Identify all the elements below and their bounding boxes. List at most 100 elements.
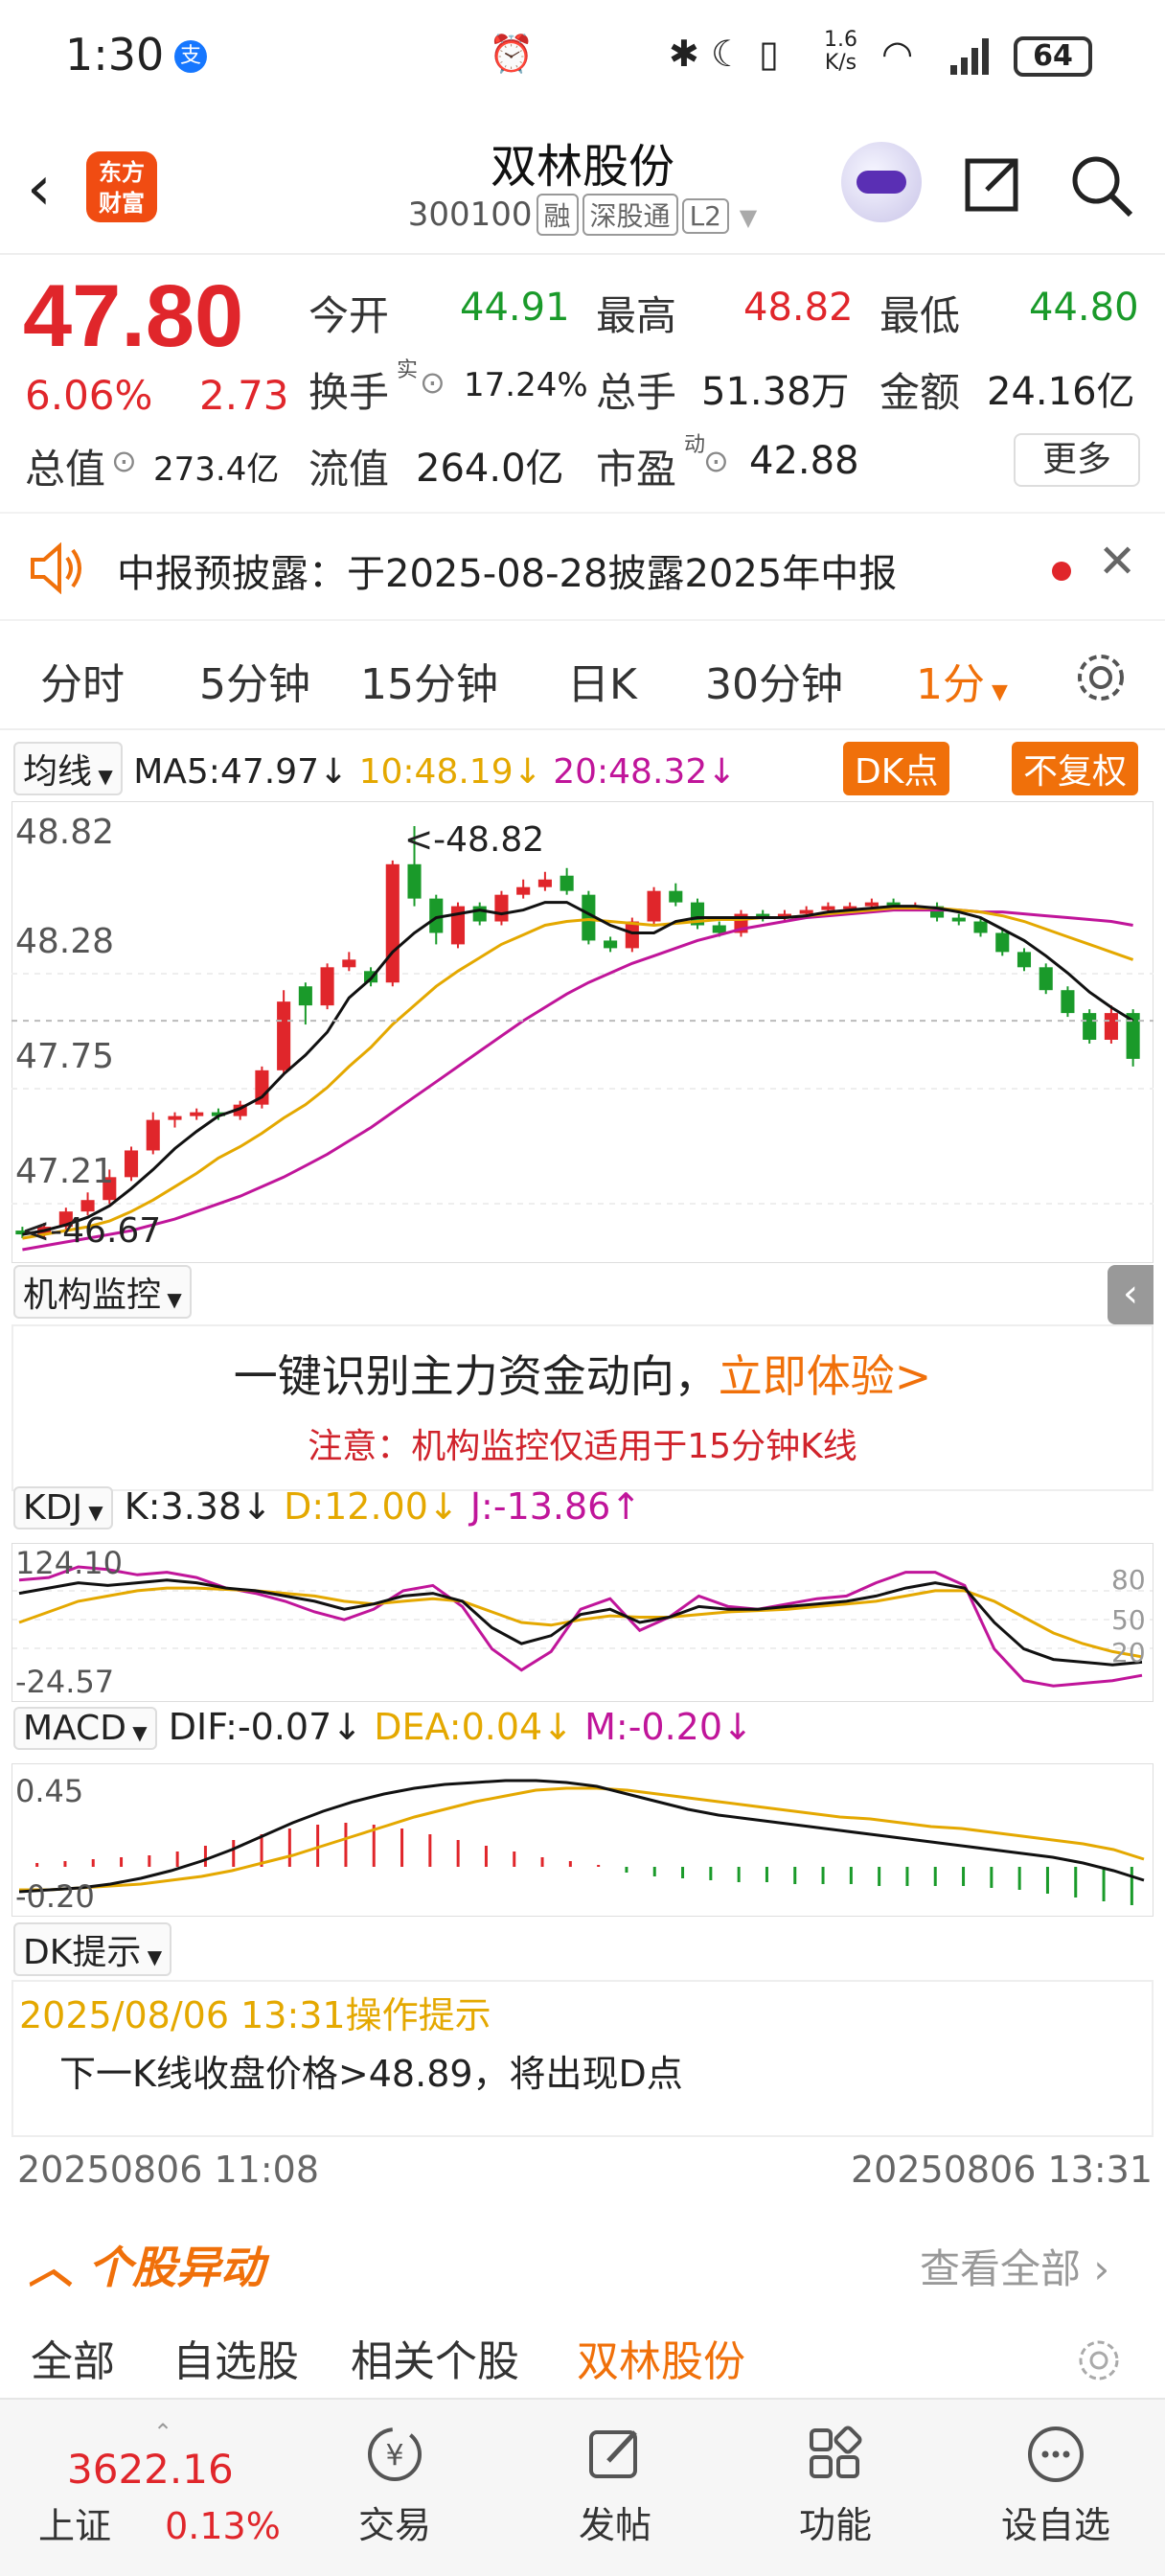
unread-dot: [1052, 562, 1071, 581]
tab-intraday[interactable]: 分时: [40, 650, 125, 711]
amount-label: 金额: [879, 369, 961, 416]
try-now-link[interactable]: 立即体验>: [719, 1350, 932, 1402]
institution-panel[interactable]: 一键识别主力资金动向，立即体验> 注意：机构监控仅适用于15分钟K线: [11, 1324, 1154, 1491]
signal-icon: [950, 38, 989, 75]
tab-15min[interactable]: 15分钟: [360, 650, 498, 711]
bluetooth-icon: ✱: [669, 33, 699, 75]
indicator-selector[interactable]: 均线 ▼: [13, 742, 123, 795]
network-speed: 1.6 K/s: [824, 28, 857, 75]
candle-body: [712, 925, 726, 933]
trade-icon: ¥: [368, 2427, 422, 2481]
time-range-start: 20250806 11:08: [17, 2149, 320, 2191]
candle-body: [277, 1001, 291, 1070]
kdj-selector[interactable]: KDJ ▼: [13, 1486, 113, 1530]
price-axis-label: 47.21: [15, 1152, 114, 1191]
caret-down-icon: ▼: [739, 204, 758, 231]
view-all-link[interactable]: 查看全部 ›: [920, 2237, 1109, 2295]
more-button[interactable]: 更多: [1014, 433, 1140, 487]
candle-body: [864, 902, 879, 907]
ma5-legend: MA5:47.97: [133, 752, 319, 792]
candle-body: [124, 1150, 139, 1178]
candle-body: [298, 986, 312, 1006]
kdj-axis-top: 124.10: [15, 1545, 123, 1581]
amount-value: 24.16亿: [987, 370, 1135, 414]
candle-body: [1104, 1013, 1118, 1040]
notice-banner[interactable]: 中报预披露：于2025-08-28披露2025年中报 ✕: [0, 512, 1165, 621]
more-dots-icon: [1028, 2426, 1084, 2482]
macd-dif: DIF:-0.07: [168, 1706, 332, 1748]
candle-body: [146, 1119, 160, 1151]
status-bar: 1:30 支 ⏰ ✱ ☾ ▯ 1.6 K/s ◠ 64: [0, 0, 1165, 115]
battery-icon: 64: [1014, 36, 1092, 77]
nav-add-watchlist[interactable]: 设自选: [979, 2423, 1132, 2548]
ma20-legend: 20:48.32: [553, 752, 708, 792]
candle-body: [320, 967, 334, 1006]
candle-body: [190, 1112, 204, 1116]
dk-hint-panel: 2025/08/06 13:31操作提示 下一K线收盘价格>48.89，将出现D…: [11, 1980, 1154, 2137]
ma10-legend: 10:48.19: [358, 752, 514, 792]
info-icon[interactable]: ⊙: [420, 364, 445, 401]
wifi-icon: ◠: [881, 33, 914, 75]
candle-body: [669, 890, 683, 903]
nav-trade[interactable]: ¥ 交易: [318, 2423, 471, 2548]
status-time: 1:30: [65, 29, 165, 80]
assistant-robot-icon[interactable]: [841, 142, 922, 222]
candle-body: [385, 863, 400, 983]
macd-chart[interactable]: 0.45 -0.20: [11, 1763, 1154, 1917]
collapse-arrow-icon[interactable]: ‹: [1108, 1265, 1154, 1324]
nav-post[interactable]: 发帖: [538, 2423, 692, 2548]
candle-body: [1039, 967, 1053, 991]
float-label: 流值: [308, 446, 390, 493]
dk-point-button[interactable]: DK点: [843, 742, 950, 795]
no-adjust-button[interactable]: 不复权: [1012, 742, 1139, 795]
ma-legend: 均线 ▼ MA5:47.97↓ 10:48.19↓ 20:48.32↓: [13, 742, 736, 795]
kdj-chart[interactable]: 124.10 -24.57 80 50 20: [11, 1543, 1154, 1702]
share-icon[interactable]: [962, 153, 1023, 215]
settings-gear-icon[interactable]: [1075, 2336, 1123, 2384]
institution-headline: 一键识别主力资金动向，: [233, 1350, 719, 1402]
index-ticker[interactable]: ⌃ 3622.16 上证 0.13%: [29, 2419, 297, 2549]
price-axis-label: 48.82: [15, 813, 114, 852]
index-pct: 0.13%: [165, 2505, 281, 2547]
kdj-legend: KDJ ▼ K:3.38↓ D:12.00↓ J:-13.86↑: [13, 1485, 641, 1530]
filter-this-stock[interactable]: 双林股份: [577, 2327, 745, 2388]
close-icon[interactable]: ✕: [1098, 535, 1136, 588]
candlestick-chart[interactable]: 48.82 48.28 47.75 47.21 <-48.82 <-46.67: [11, 801, 1154, 1263]
change-amount: 2.73: [199, 372, 289, 419]
candle-body: [537, 879, 552, 887]
period-tabs: 分时 5分钟 15分钟 日K 30分钟 1分 ▼: [0, 625, 1165, 730]
candle-body: [647, 890, 661, 922]
candle-body: [494, 894, 509, 922]
filter-related[interactable]: 相关个股: [351, 2327, 519, 2388]
turnover-value: 17.24%: [464, 366, 588, 404]
dk-hint-selector[interactable]: DK提示 ▼: [13, 1922, 172, 1976]
tab-daily[interactable]: 日K: [567, 650, 637, 711]
settings-gear-icon[interactable]: [1073, 650, 1129, 705]
search-icon[interactable]: [1069, 153, 1134, 218]
tab-30min[interactable]: 30分钟: [705, 650, 843, 711]
candle-body: [80, 1200, 95, 1212]
mcap-value: 273.4亿: [153, 450, 280, 489]
high-marker: <-48.82: [404, 820, 544, 860]
alipay-icon: 支: [174, 40, 207, 73]
kdj-k: K:3.38: [124, 1485, 242, 1528]
low-label: 最低: [879, 292, 961, 339]
kdj-axis-bottom: -24.57: [15, 1664, 114, 1700]
pe-superscript: 动: [684, 433, 706, 457]
tab-5min[interactable]: 5分钟: [199, 650, 310, 711]
filter-all[interactable]: 全部: [31, 2327, 115, 2388]
institution-selector[interactable]: 机构监控 ▼: [13, 1265, 192, 1319]
nav-functions[interactable]: 功能: [759, 2423, 912, 2548]
candle-body: [342, 959, 356, 968]
info-icon[interactable]: ⊙: [703, 443, 729, 479]
macd-legend: MACD ▼ DIF:-0.07↓ DEA:0.04↓ M:-0.20↓: [13, 1706, 753, 1750]
candle-body: [799, 909, 813, 914]
info-icon[interactable]: ⊙: [111, 443, 137, 479]
macd-selector[interactable]: MACD ▼: [13, 1707, 157, 1750]
institution-note: 注意：机构监控仅适用于15分钟K线: [308, 1427, 857, 1466]
tab-1min[interactable]: 1分 ▼: [916, 650, 1008, 711]
candle-body: [560, 875, 574, 891]
vibrate-icon: ▯: [759, 33, 779, 75]
change-percent: 6.06%: [25, 372, 153, 419]
filter-watchlist[interactable]: 自选股: [172, 2327, 299, 2388]
